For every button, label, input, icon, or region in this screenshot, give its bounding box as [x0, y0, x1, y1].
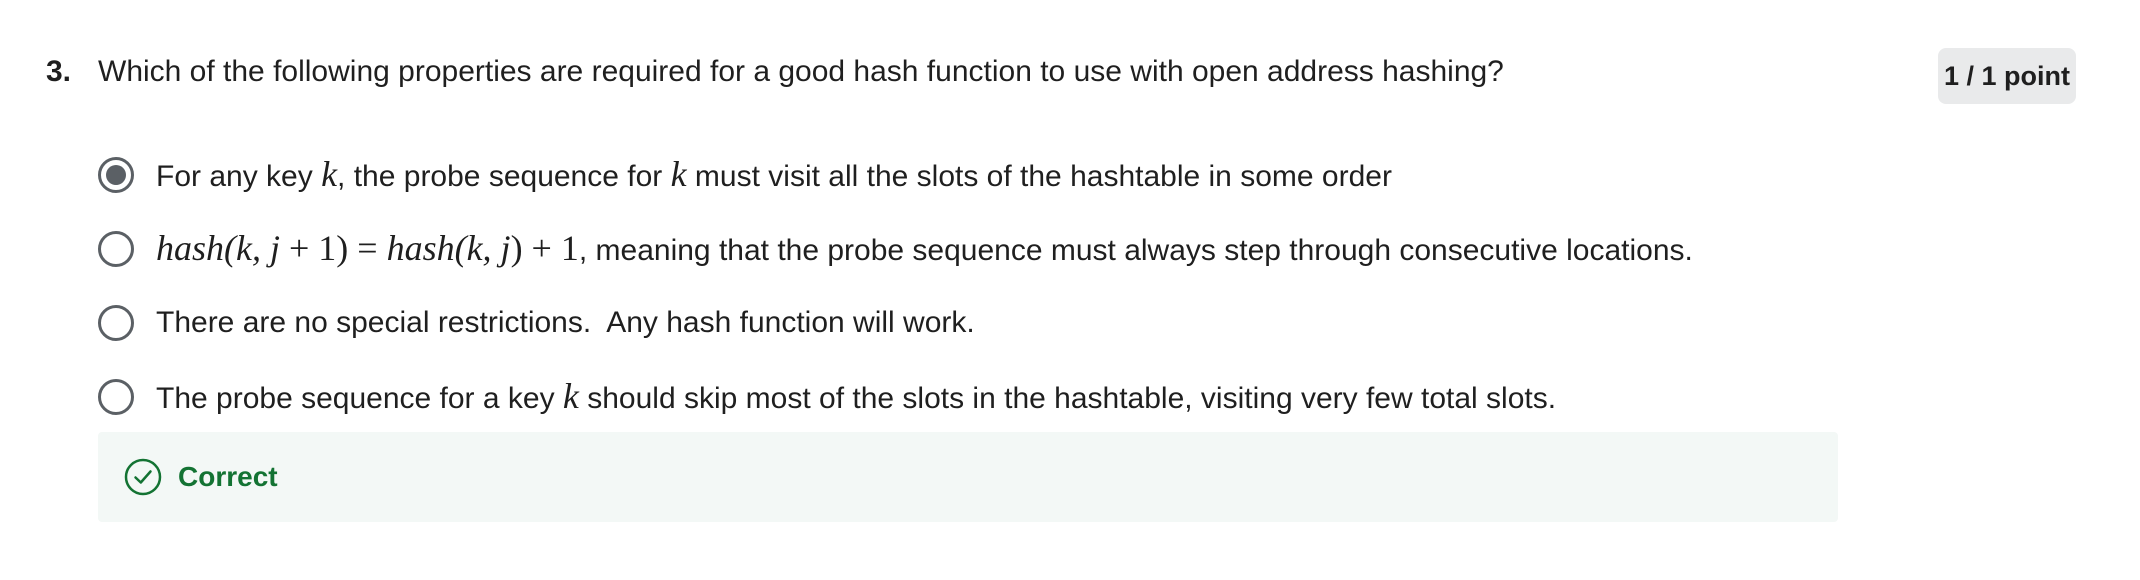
math-k: k: [321, 153, 338, 194]
formula-part: + 1) =: [279, 227, 387, 268]
answer-options: For any key k, the probe sequence for k …: [98, 138, 1878, 434]
check-circle-icon: [124, 458, 162, 496]
radio-unselected-icon[interactable]: [98, 231, 134, 267]
radio-unselected-icon[interactable]: [98, 305, 134, 341]
math-k: k: [562, 375, 579, 416]
option-2-label: hash(k, j + 1) = hash(k, j) + 1, meaning…: [156, 228, 1693, 271]
option-1-text-c: must visit all the slots of the hashtabl…: [686, 159, 1392, 193]
math-k: k: [670, 153, 687, 194]
radio-unselected-icon[interactable]: [98, 379, 134, 415]
formula-part: hash(k, j: [156, 227, 280, 268]
question-number: 3.: [46, 55, 72, 88]
option-2[interactable]: hash(k, j + 1) = hash(k, j) + 1, meaning…: [98, 212, 1878, 286]
radio-selected-icon[interactable]: [98, 157, 134, 193]
option-2-text: , meaning that the probe sequence must a…: [578, 233, 1693, 267]
option-1-text-b: , the probe sequence for: [337, 159, 671, 193]
option-1-label: For any key k, the probe sequence for k …: [156, 154, 1392, 197]
option-3[interactable]: There are no special restrictions. Any h…: [98, 286, 1878, 360]
feedback-banner: Correct: [98, 432, 1838, 522]
option-3-label: There are no special restrictions. Any h…: [156, 306, 975, 339]
option-4-text-b: should skip most of the slots in the has…: [578, 381, 1557, 415]
formula-part: ) + 1: [510, 227, 579, 268]
formula-part: hash(k, j: [386, 227, 511, 268]
feedback-label: Correct: [178, 461, 278, 492]
math-formula: hash(k, j + 1) = hash(k, j) + 1: [156, 228, 579, 268]
option-1-text-a: For any key: [156, 159, 322, 193]
score-badge: 1 / 1 point: [1938, 48, 2076, 104]
option-4-text-a: The probe sequence for a key: [156, 381, 563, 415]
question-header: 3. Which of the following properties are…: [46, 50, 1926, 94]
question-text: Which of the following properties are re…: [98, 55, 1504, 88]
option-4-label: The probe sequence for a key k should sk…: [156, 376, 1556, 419]
option-4[interactable]: The probe sequence for a key k should sk…: [98, 360, 1878, 434]
option-1[interactable]: For any key k, the probe sequence for k …: [98, 138, 1878, 212]
